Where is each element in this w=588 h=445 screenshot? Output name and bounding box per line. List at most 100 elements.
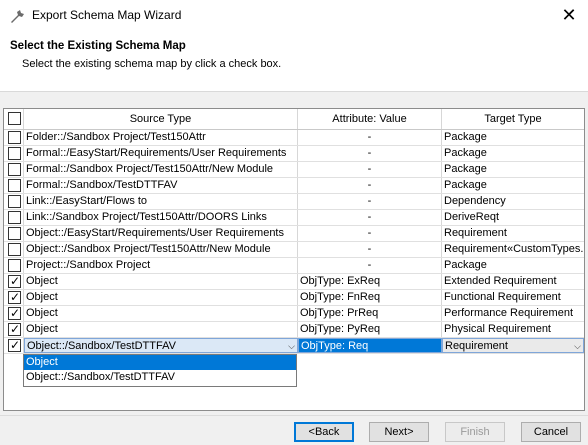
table-row[interactable]: Formal::/Sandbox Project/Test150Attr/New…	[4, 162, 584, 178]
target-type-cell: Package	[442, 162, 584, 177]
row-checkbox[interactable]: ✓	[8, 290, 21, 304]
row-checkbox[interactable]	[8, 227, 21, 240]
attribute-value-cell: -	[298, 226, 442, 241]
dropdown-option[interactable]: Object::/Sandbox/TestDTTFAV	[24, 370, 296, 385]
wizard-footer: <Back Next> Finish Cancel	[0, 415, 588, 445]
table-row[interactable]: ✓ Object::/Sandbox/TestDTTFAV ⌵ ObjType: Re…	[4, 338, 584, 354]
row-checkbox-cell[interactable]: ✓	[4, 338, 24, 353]
row-checkbox[interactable]	[8, 147, 21, 160]
row-checkbox[interactable]: ✓	[8, 306, 21, 320]
table-row[interactable]: Formal::/Sandbox/TestDTTFAV - Package	[4, 178, 584, 194]
target-type-cell: DeriveReqt	[442, 210, 584, 225]
source-type-cell: Object	[24, 322, 298, 337]
source-dropdown-arrow-icon[interactable]: ⌵	[288, 339, 295, 352]
table-row[interactable]: Object::/EasyStart/Requirements/User Req…	[4, 226, 584, 242]
back-button[interactable]: <Back	[294, 422, 354, 442]
target-type-cell: Requirement	[442, 226, 584, 241]
row-checkbox-cell[interactable]	[4, 162, 24, 177]
column-target-type[interactable]: Target Type	[442, 109, 584, 129]
column-attribute-value[interactable]: Attribute: Value	[298, 109, 442, 129]
check-icon: ✓	[10, 274, 21, 288]
row-checkbox[interactable]: ✓	[8, 274, 21, 288]
table-row[interactable]: Formal::/EasyStart/Requirements/User Req…	[4, 146, 584, 162]
row-checkbox[interactable]: ✓	[8, 338, 21, 352]
source-type-text: Link::/Sandbox Project/Test150Attr/DOORS…	[26, 211, 267, 223]
table-row[interactable]: ✓ Object ObjType: PyReq Physical Requiremen…	[4, 322, 584, 338]
source-type-cell: Formal::/Sandbox/TestDTTFAV	[24, 178, 298, 193]
row-checkbox[interactable]	[8, 131, 21, 144]
row-checkbox-cell[interactable]: ✓	[4, 274, 24, 289]
attribute-value-cell: ObjType: ExReq	[298, 274, 442, 289]
target-type-cell: Physical Requirement	[442, 322, 584, 337]
row-checkbox[interactable]	[8, 195, 21, 208]
column-source-type[interactable]: Source Type	[24, 109, 298, 129]
target-type-text: Requirement«CustomTypes...	[444, 243, 584, 255]
row-checkbox-cell[interactable]	[4, 210, 24, 225]
cancel-button[interactable]: Cancel	[521, 422, 581, 442]
table-row[interactable]: Link::/EasyStart/Flows to - Dependency	[4, 194, 584, 210]
wizard-header: Select the Existing Schema Map Select th…	[0, 32, 588, 92]
source-type-cell: Object::/EasyStart/Requirements/User Req…	[24, 226, 298, 241]
source-type-text: Formal::/EasyStart/Requirements/User Req…	[26, 147, 287, 159]
source-type-cell[interactable]: Object::/Sandbox/TestDTTFAV ⌵	[24, 338, 298, 353]
row-checkbox-cell[interactable]	[4, 130, 24, 145]
table-row[interactable]: Project::/Sandbox Project - Package	[4, 258, 584, 274]
target-type-text: Functional Requirement	[444, 291, 561, 303]
row-checkbox-cell[interactable]	[4, 242, 24, 257]
source-type-cell: Formal::/EasyStart/Requirements/User Req…	[24, 146, 298, 161]
header-select-all[interactable]	[4, 109, 24, 129]
row-checkbox-cell[interactable]	[4, 194, 24, 209]
target-type-cell: Extended Requirement	[442, 274, 584, 289]
row-checkbox[interactable]	[8, 179, 21, 192]
content-area: Source Type Attribute: Value Target Type…	[0, 92, 588, 415]
target-type-cell: Dependency	[442, 194, 584, 209]
table-row[interactable]: ✓ Object ObjType: FnReq Functional Requirem…	[4, 290, 584, 306]
row-checkbox-cell[interactable]	[4, 258, 24, 273]
source-type-text: Link::/EasyStart/Flows to	[26, 195, 148, 207]
target-type-text: Performance Requirement	[444, 307, 574, 319]
dropdown-option[interactable]: Object	[24, 355, 296, 370]
source-type-text: Folder::/Sandbox Project/Test150Attr	[26, 131, 206, 143]
close-icon[interactable]: ✕	[554, 4, 584, 28]
source-type-text: Object	[26, 275, 58, 287]
row-checkbox[interactable]	[8, 243, 21, 256]
source-type-text: Formal::/Sandbox Project/Test150Attr/New…	[26, 163, 274, 175]
table-row[interactable]: ✓ Object ObjType: PrReq Performance Require…	[4, 306, 584, 322]
target-type-cell: Package	[442, 130, 584, 145]
row-checkbox-cell[interactable]: ✓	[4, 306, 24, 321]
target-type-text: Extended Requirement	[444, 275, 557, 287]
table-row[interactable]: Folder::/Sandbox Project/Test150Attr - Pac…	[4, 130, 584, 146]
target-type-text: Package	[444, 259, 487, 271]
finish-button[interactable]: Finish	[445, 422, 505, 442]
row-checkbox-cell[interactable]	[4, 178, 24, 193]
target-type-cell: Package	[442, 146, 584, 161]
target-type-text: Requirement	[445, 340, 508, 352]
check-icon: ✓	[10, 338, 21, 352]
row-checkbox[interactable]	[8, 259, 21, 272]
attribute-value-cell: ObjType: PyReq	[298, 322, 442, 337]
row-checkbox-cell[interactable]	[4, 226, 24, 241]
attribute-value-cell: -	[298, 258, 442, 273]
attribute-value-cell: ObjType: PrReq	[298, 306, 442, 321]
target-type-cell: Package	[442, 258, 584, 273]
row-checkbox-cell[interactable]: ✓	[4, 322, 24, 337]
title-bar: Export Schema Map Wizard ✕	[0, 0, 588, 32]
check-icon: ✓	[10, 290, 21, 304]
row-checkbox-cell[interactable]	[4, 146, 24, 161]
source-type-cell: Link::/EasyStart/Flows to	[24, 194, 298, 209]
row-checkbox-cell[interactable]: ✓	[4, 290, 24, 305]
window-title: Export Schema Map Wizard	[32, 8, 182, 22]
next-button[interactable]: Next>	[369, 422, 429, 442]
attribute-value-cell: -	[298, 242, 442, 257]
row-checkbox[interactable]	[8, 163, 21, 176]
select-all-checkbox[interactable]	[8, 112, 21, 125]
target-dropdown-arrow-icon[interactable]: ⌵	[574, 339, 581, 352]
table-row[interactable]: ✓ Object ObjType: ExReq Extended Requiremen…	[4, 274, 584, 290]
target-type-cell[interactable]: Requirement ⌵	[442, 338, 584, 353]
source-type-cell: Folder::/Sandbox Project/Test150Attr	[24, 130, 298, 145]
table-row[interactable]: Link::/Sandbox Project/Test150Attr/DOORS…	[4, 210, 584, 226]
row-checkbox[interactable]	[8, 211, 21, 224]
row-checkbox[interactable]: ✓	[8, 322, 21, 336]
source-type-dropdown-list[interactable]: Object Object::/Sandbox/TestDTTFAV	[23, 354, 297, 387]
table-row[interactable]: Object::/Sandbox Project/Test150Attr/New…	[4, 242, 584, 258]
